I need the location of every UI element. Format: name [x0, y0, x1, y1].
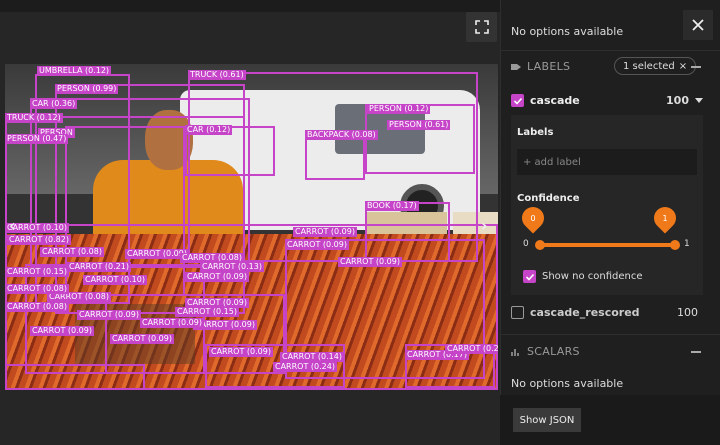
labels-section-header[interactable]: LABELS [511, 60, 570, 73]
show-no-confidence-row[interactable]: Show no confidence [523, 270, 693, 283]
detection-label: CARROT (0.09) [185, 272, 249, 282]
labels-title: Labels [517, 127, 554, 138]
detection-box[interactable] [365, 104, 475, 174]
confidence-slider-track[interactable] [538, 243, 676, 247]
show-no-confidence-checkbox[interactable] [523, 270, 536, 283]
media-viewer: UMBRELLA (0.12) TRUCK (0.61) PERSON (0.9… [0, 0, 500, 445]
confidence-title: Confidence [517, 193, 580, 204]
show-json-button[interactable]: Show JSON [513, 408, 581, 432]
check-icon [525, 273, 534, 281]
field-name: cascade_rescored [530, 306, 640, 319]
detection-label: CARROT (0.09) [77, 310, 141, 320]
detection-label: CAR (0.36) [30, 99, 78, 109]
field-row-cascade-rescored[interactable]: cascade_rescored 100 [511, 306, 703, 319]
detection-label: CARROT (0.13) [200, 262, 264, 272]
clear-selection-icon[interactable]: × [679, 61, 687, 72]
detection-label: CARROT (0.15) [175, 307, 239, 317]
scalars-section-header[interactable]: SCALARS [511, 345, 580, 358]
detection-label: CARROT (0.09) [110, 334, 174, 344]
divider [500, 50, 720, 51]
detection-label: BOOK (0.17) [365, 201, 419, 211]
detection-box[interactable] [5, 364, 145, 390]
collapse-labels-icon[interactable] [691, 66, 701, 68]
field-count: 100 [677, 306, 698, 319]
next-arrow-icon[interactable]: › [481, 216, 488, 235]
slider-min-label: 0 [523, 239, 529, 249]
expand-button[interactable] [466, 12, 497, 42]
cascade-checkbox[interactable] [511, 94, 524, 107]
field-name: cascade [530, 94, 580, 107]
detection-label: UMBRELLA (0.12) [37, 66, 112, 76]
check-icon [513, 97, 522, 105]
labels-header-text: LABELS [527, 60, 571, 73]
detection-label: CARROT (0.09) [338, 257, 402, 267]
detection-label: PERSON (0.99) [55, 84, 119, 94]
slider-min-handle[interactable] [535, 240, 545, 250]
slider-max-label: 1 [684, 239, 690, 249]
detection-label: BACKPACK (0.08) [305, 130, 378, 140]
detection-label: PERSON (0.47) [5, 134, 69, 144]
divider [500, 334, 720, 335]
detection-label: CARROT (0.25) [445, 344, 498, 354]
detection-label: CARROT (0.08) [5, 284, 69, 294]
detection-label: CARROT (0.15) [5, 267, 69, 277]
field-filter-panel [511, 115, 703, 295]
close-button[interactable] [683, 10, 713, 40]
field-count: 100 [666, 94, 689, 107]
viewer-top-strip [0, 0, 500, 12]
max-pin-text: 1 [662, 213, 668, 223]
field-row-cascade[interactable]: cascade 100 [511, 94, 703, 107]
bar-chart-icon [511, 348, 519, 356]
tag-icon [511, 63, 521, 70]
scalars-header-text: SCALARS [527, 345, 580, 358]
selected-badge-text: 1 selected [623, 60, 675, 72]
detection-label: CARROT (0.09) [140, 318, 204, 328]
selected-badge[interactable]: 1 selected × [614, 57, 697, 75]
detection-label: CARROT (0.14) [280, 352, 344, 362]
detection-label: CARROT (0.09) [185, 298, 249, 308]
prev-arrow-icon[interactable]: ‹ [9, 216, 16, 235]
detection-label: CARROT (0.24) [273, 362, 337, 372]
detection-label: CARROT (0.82) [7, 235, 71, 245]
top-no-options-text: No options available [511, 25, 624, 38]
detection-label: CARROT (0.09) [285, 240, 349, 250]
detection-label: PERSON (0.12) [367, 104, 431, 114]
cascade-rescored-checkbox[interactable] [511, 306, 524, 319]
slider-max-handle[interactable] [670, 240, 680, 250]
show-no-confidence-label: Show no confidence [542, 271, 643, 282]
detection-label: TRUCK (0.61) [188, 70, 246, 80]
detection-label: CAR (0.12) [185, 125, 233, 135]
expand-icon [474, 20, 489, 34]
detection-label: CARROT (0.08) [40, 247, 104, 257]
caret-down-icon[interactable] [695, 98, 703, 103]
close-icon [692, 19, 704, 31]
sample-image[interactable]: UMBRELLA (0.12) TRUCK (0.61) PERSON (0.9… [5, 64, 498, 390]
detection-label: CARROT (0.09) [209, 347, 273, 357]
detection-label: PERSON (0.61) [387, 120, 451, 130]
detection-label: CARROT (0.09) [293, 227, 357, 237]
detection-label: CARROT (0.10) [83, 275, 147, 285]
detection-label: CARROT (0.09) [30, 326, 94, 336]
min-pin-text: 0 [530, 213, 536, 223]
detection-label: TRUCK (0.12) [5, 113, 63, 123]
scalars-no-options-text: No options available [511, 377, 624, 390]
detection-label: CARROT (0.21) [67, 262, 131, 272]
collapse-scalars-icon[interactable] [691, 351, 701, 353]
detection-label: CARROT (0.08) [5, 302, 69, 312]
add-label-input[interactable] [517, 149, 697, 175]
